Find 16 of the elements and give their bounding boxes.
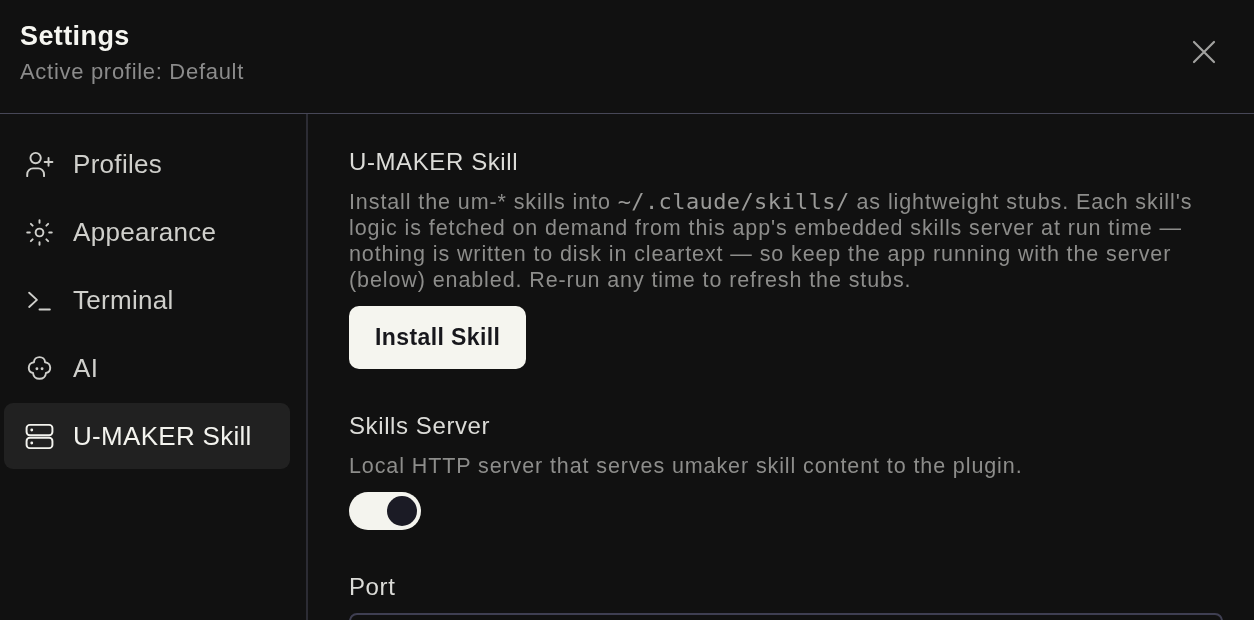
install-button[interactable]: Install Skill [349,306,527,369]
toggle-switch[interactable] [349,492,421,530]
close-icon[interactable] [1192,40,1216,64]
sidebar-item[interactable]: Terminal [4,267,290,333]
active-profile-text: Active profile: Default [20,59,244,85]
window-title: Settings [20,20,131,52]
sun-icon [24,216,55,248]
sidebar-item[interactable]: Appearance [4,199,290,265]
section-heading: U-MAKER Skill [349,147,519,177]
section-heading: Skills Server [349,411,491,441]
sidebar-item[interactable]: AI [4,335,290,401]
section-description: Install the um-* skills into ~/.claude/skills/ as lightweight stubs. Each skill's logic is fetched on demand from this app's embedded skills server at run time — nothing is written to disk in cleartext — so keep the app running with the server (below) enabled. Re-run any time to refresh the stubs. [349,189,1194,293]
section-description: Local HTTP server that serves umaker skill content to the plugin. [349,453,1023,479]
field-label: Port [349,572,396,602]
sidebar-item[interactable]: Profiles [4,131,290,197]
sidebar-item[interactable]: U-MAKER Skill [4,403,290,469]
